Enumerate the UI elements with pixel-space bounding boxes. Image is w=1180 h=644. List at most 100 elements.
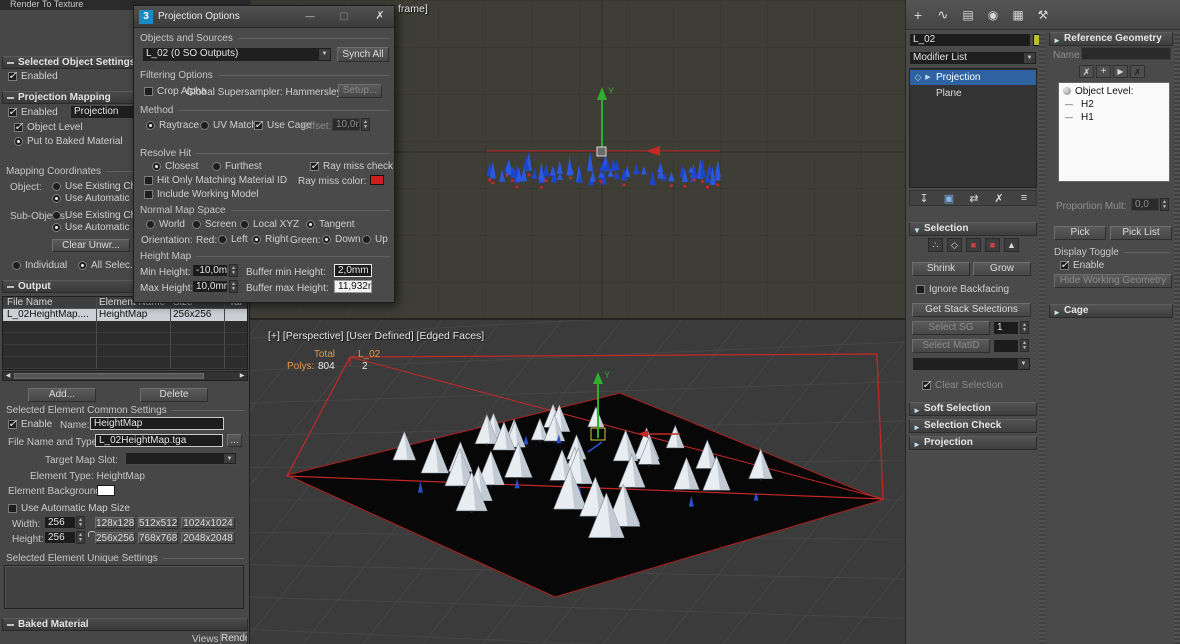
browse-button[interactable]: ... bbox=[227, 434, 242, 447]
rollout-baked-material[interactable]: Baked Material bbox=[2, 618, 248, 631]
subobject-element-icon[interactable]: ■ bbox=[985, 238, 1000, 252]
proportion-mult-field[interactable]: 0,0 bbox=[1131, 198, 1159, 211]
clear-unwrappers-button[interactable]: Clear Unwr... bbox=[52, 239, 130, 252]
scroll-right-icon[interactable]: ▶ bbox=[237, 373, 247, 380]
select-matid-button[interactable]: Select MatID bbox=[912, 339, 990, 353]
individual-radio[interactable]: Individual bbox=[12, 260, 67, 271]
tab-display-icon[interactable]: ▦ bbox=[1008, 4, 1028, 26]
expand-icon[interactable]: ▶ bbox=[924, 70, 932, 85]
red-left-radio[interactable]: Left bbox=[218, 234, 248, 245]
add-button[interactable]: Add... bbox=[28, 388, 96, 402]
rollout-soft-selection[interactable]: ► Soft Selection bbox=[909, 402, 1037, 416]
transform-gizmo-center[interactable] bbox=[596, 146, 607, 157]
hit-only-matching-checkbox[interactable]: Hit Only Matching Material ID bbox=[144, 175, 287, 186]
size-2048-button[interactable]: 2048x2048 bbox=[181, 532, 235, 544]
include-working-model-checkbox[interactable]: Include Working Model bbox=[144, 189, 259, 200]
refgeo-name-field[interactable] bbox=[1081, 47, 1171, 60]
all-selected-radio[interactable]: All Selec... bbox=[78, 260, 138, 271]
modifier-list-dropdown[interactable]: Modifier List ▼ bbox=[909, 51, 1037, 65]
red-right-radio[interactable]: Right bbox=[252, 234, 288, 245]
min-height-field[interactable]: -10,0mm bbox=[192, 264, 228, 277]
max-height-spinner[interactable]: ▲ ▼ bbox=[229, 280, 238, 293]
object-name-field[interactable]: L_02 bbox=[909, 33, 1031, 47]
refgeo-add-icon[interactable]: + bbox=[1096, 65, 1111, 78]
element-name-field[interactable]: HeightMap bbox=[90, 417, 224, 430]
refgeo-listbox[interactable]: Object Level: — H2 — H1 bbox=[1058, 82, 1170, 182]
uv-match-radio[interactable]: UV Match bbox=[200, 120, 257, 131]
perspective-viewport-canvas[interactable]: Y bbox=[250, 320, 905, 644]
col-file-name[interactable]: File Name bbox=[7, 297, 53, 308]
buffer-min-height-field[interactable]: 2,0mm bbox=[334, 264, 372, 277]
pick-button[interactable]: Pick bbox=[1054, 226, 1106, 240]
select-sg-button[interactable]: Select SG bbox=[912, 321, 990, 335]
furthest-radio[interactable]: Furthest bbox=[212, 161, 262, 172]
display-enable-checkbox[interactable]: Enable bbox=[1060, 258, 1104, 271]
stack-item-plane[interactable]: Plane bbox=[910, 86, 1036, 101]
matid-spinner[interactable]: ▲ ▼ bbox=[1020, 339, 1029, 352]
file-name-field[interactable]: L_02HeightMap.tga bbox=[95, 434, 223, 447]
tab-hierarchy-icon[interactable]: ▤ bbox=[958, 4, 978, 26]
ignore-backfacing-checkbox[interactable]: Ignore Backfacing bbox=[916, 284, 1009, 295]
refgeo-pick-icon[interactable]: ▶ bbox=[1113, 65, 1128, 78]
rollout-cage[interactable]: ► Cage bbox=[1049, 304, 1173, 318]
object-source-dropdown[interactable]: L_02 (0 SO Outputs) ▼ bbox=[142, 47, 332, 62]
synch-all-button[interactable]: Synch All bbox=[337, 47, 389, 62]
rollout-reference-geometry[interactable]: ► Reference Geometry bbox=[1049, 32, 1173, 46]
matid-value-field[interactable] bbox=[993, 339, 1019, 353]
tangent-radio[interactable]: Tangent bbox=[306, 219, 355, 230]
show-end-result-icon[interactable]: ▣ bbox=[939, 192, 959, 205]
buffer-max-height-field[interactable]: 11,932mm bbox=[334, 280, 372, 293]
min-height-spinner[interactable]: ▲ ▼ bbox=[229, 264, 238, 277]
make-unique-icon[interactable]: ⇄ bbox=[964, 192, 984, 205]
offset-spinner[interactable]: ▲ ▼ bbox=[361, 118, 370, 131]
sg-value-field[interactable]: 1 bbox=[993, 321, 1019, 335]
dialog-titlebar[interactable]: 3 Projection Options — ▢ ✗ bbox=[134, 6, 394, 28]
size-256-button[interactable]: 256x256 bbox=[95, 532, 135, 544]
max-height-field[interactable]: 10,0mm bbox=[192, 280, 228, 293]
proportion-spinner[interactable]: ▲ ▼ bbox=[1160, 198, 1169, 211]
object-enabled-checkbox[interactable]: Enabled bbox=[8, 69, 58, 82]
width-spinner[interactable]: ▲ ▼ bbox=[76, 516, 85, 529]
maximize-icon[interactable]: ▢ bbox=[336, 9, 352, 25]
raytrace-radio[interactable]: Raytrace bbox=[146, 120, 199, 131]
screen-radio[interactable]: Screen bbox=[192, 219, 237, 230]
grow-button[interactable]: Grow bbox=[973, 262, 1031, 276]
list-item-h1[interactable]: H1 bbox=[1081, 112, 1094, 123]
dropdown-arrow-icon[interactable]: ▼ bbox=[224, 454, 235, 463]
green-down-radio[interactable]: Down bbox=[322, 234, 361, 245]
top-viewport-label[interactable]: frame] bbox=[398, 3, 428, 15]
element-enable-checkbox[interactable]: Enable bbox=[8, 417, 52, 430]
rollout-selection-check[interactable]: ► Selection Check bbox=[909, 419, 1037, 433]
offset-field[interactable]: 10,0mm bbox=[332, 118, 360, 131]
width-field[interactable]: 256 bbox=[44, 516, 76, 529]
modifier-stack[interactable]: ◇ ▶ Projection Plane bbox=[909, 68, 1037, 188]
dropdown-arrow-icon[interactable]: ▼ bbox=[1024, 53, 1035, 63]
dropdown-arrow-icon[interactable]: ▼ bbox=[319, 49, 330, 60]
size-128-button[interactable]: 128x128 bbox=[95, 517, 135, 529]
shrink-button[interactable]: Shrink bbox=[912, 262, 970, 276]
minimize-icon[interactable]: — bbox=[302, 9, 318, 25]
subobject-cage-icon[interactable]: ▲ bbox=[1004, 238, 1019, 252]
configure-modifier-sets-icon[interactable]: ≡ bbox=[1014, 192, 1034, 204]
object-use-existing-radio[interactable]: Use Existing Cha bbox=[52, 181, 142, 192]
panel-scrollbar[interactable] bbox=[1174, 32, 1180, 644]
output-table-row[interactable]: L_02HeightMap.... HeightMap 256x256 bbox=[3, 309, 247, 321]
subobject-edge-icon[interactable]: ◇ bbox=[947, 238, 962, 252]
world-radio[interactable]: World bbox=[146, 219, 185, 230]
tab-motion-icon[interactable]: ◉ bbox=[983, 4, 1003, 26]
subobject-vertex-icon[interactable]: ∴ bbox=[928, 238, 943, 252]
tab-utilities-icon[interactable]: ⚒ bbox=[1033, 4, 1053, 26]
remove-modifier-icon[interactable]: ✗ bbox=[989, 192, 1009, 205]
dropdown-arrow-icon[interactable]: ▼ bbox=[1018, 359, 1029, 369]
output-table[interactable]: File Name Element Name Size Tar L_02Heig… bbox=[2, 296, 248, 370]
subobject-use-automatic-radio[interactable]: Use Automatic U bbox=[52, 222, 139, 233]
refgeo-clear-icon[interactable]: ✗ bbox=[1130, 65, 1145, 78]
pick-list-button[interactable]: Pick List bbox=[1110, 226, 1172, 240]
render-button[interactable]: Render bbox=[220, 632, 248, 644]
target-map-slot-dropdown[interactable]: ▼ bbox=[125, 452, 237, 465]
named-selection-dropdown[interactable]: ▼ bbox=[912, 357, 1031, 371]
perspective-viewport[interactable]: Y [+] [Perspective] [User Defined] [Edge… bbox=[250, 318, 905, 644]
perspective-viewport-label[interactable]: [+] [Perspective] [User Defined] [Edged … bbox=[268, 330, 484, 342]
object-level-checkbox[interactable]: Object Level bbox=[14, 120, 83, 133]
get-stack-selections-button[interactable]: Get Stack Selections bbox=[912, 303, 1031, 317]
